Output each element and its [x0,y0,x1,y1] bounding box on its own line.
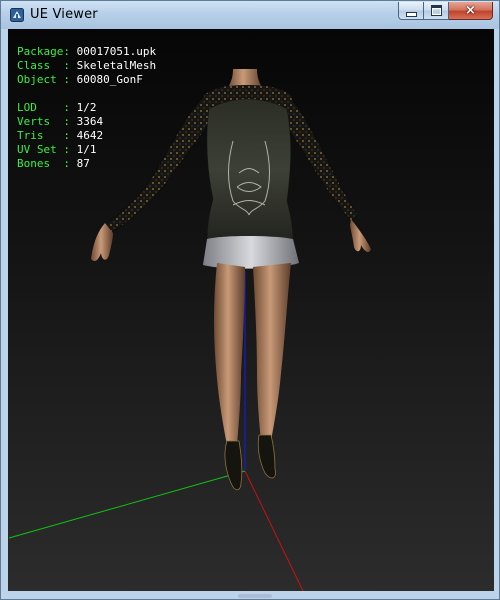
resize-grip[interactable] [238,594,272,598]
info-label: UV Set : [17,143,70,156]
info-label: Tris : [17,129,70,142]
info-row-tris: Tris : 4642 [17,129,156,143]
render-viewport[interactable]: Package: 00017051.upk Class : SkeletalMe… [8,29,494,593]
info-row-object: Object : 60080_GonF [17,73,156,87]
info-value: 60080_GonF [76,73,143,86]
info-row-bones: Bones : 87 [17,157,156,171]
info-row-lod: LOD : 1/2 [17,101,156,115]
info-label: Bones : [17,157,70,170]
left-leg [214,263,245,445]
right-leg [253,263,291,441]
close-button[interactable]: × [449,2,493,20]
info-label: Package: [17,45,70,58]
right-shoe [257,434,276,479]
minimize-icon [405,11,417,17]
info-value: 3364 [76,115,104,128]
minimize-button[interactable] [398,2,424,20]
info-label: Class : [17,59,70,72]
info-label: Verts : [17,115,70,128]
window-bottom-border [1,591,499,599]
info-row-verts: Verts : 3364 [17,115,156,129]
title-bar[interactable]: UE Viewer × [1,1,499,29]
mesh-info-overlay: Package: 00017051.upk Class : SkeletalMe… [17,45,156,171]
left-shoe [224,440,243,491]
info-value: 00017051.upk [76,45,157,58]
info-row-uvset: UV Set : 1/1 [17,143,156,157]
info-value: 87 [76,157,90,170]
info-row-class: Class : SkeletalMesh [17,59,156,73]
y-axis-line [8,470,246,539]
close-icon: × [465,3,476,18]
x-axis-line [244,470,305,593]
maximize-button[interactable] [424,2,449,20]
info-label: Object : [17,73,70,86]
maximize-icon [430,5,442,16]
right-hand [350,219,371,252]
app-window: UE Viewer × Package: 00017051.upk Class … [0,0,500,600]
caption-buttons: × [398,2,493,21]
info-value: 1/2 [76,101,97,114]
window-title: UE Viewer [30,7,98,22]
info-value: SkeletalMesh [76,59,157,72]
info-row-package: Package: 00017051.upk [17,45,156,59]
info-value: 4642 [76,129,104,142]
app-icon [10,8,24,22]
info-value: 1/1 [76,143,97,156]
info-label: LOD : [17,101,70,114]
dress-body [206,98,294,242]
